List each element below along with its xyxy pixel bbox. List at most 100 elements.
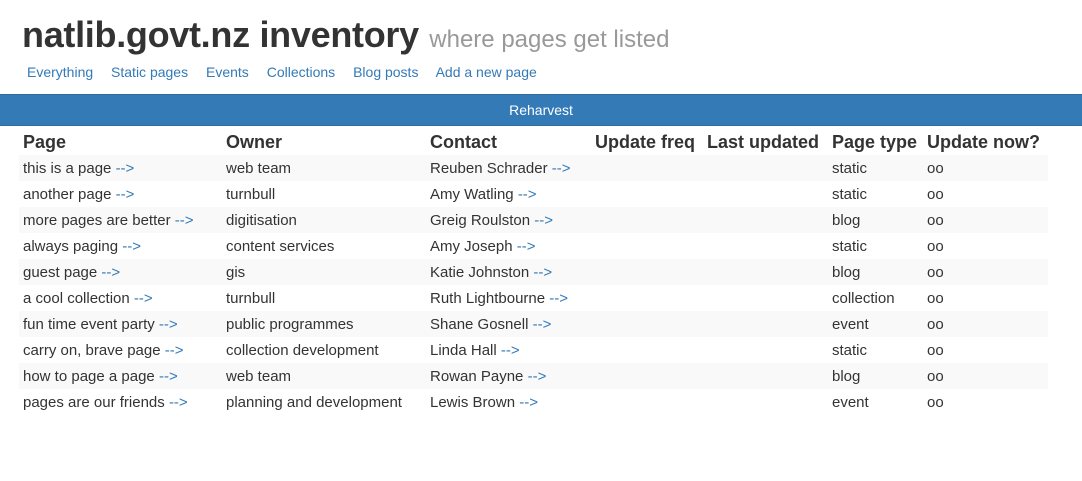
cell-contact: Amy Watling --> <box>426 181 591 207</box>
page-name: fun time event party <box>23 315 155 333</box>
cell-page-type: static <box>832 237 868 255</box>
contact-link[interactable]: --> <box>518 186 537 203</box>
site-subtitle: where pages get listed <box>429 26 670 53</box>
cell-page-type: static <box>828 155 923 181</box>
column-header-owner: Owner <box>226 131 283 152</box>
contact-link[interactable]: --> <box>533 316 552 333</box>
cell-update-now[interactable]: oo <box>923 337 1048 363</box>
nav-item-static-pages[interactable]: Static pages <box>111 64 188 80</box>
table-row: always paging --> content services Amy Jos… <box>19 233 1048 259</box>
cell-update-freq <box>591 311 703 337</box>
contact-name: Shane Gosnell <box>430 315 529 333</box>
page-link[interactable]: --> <box>165 342 184 359</box>
page-header: natlib.govt.nz inventory where pages get… <box>22 14 669 56</box>
table-body: this is a page --> web team Reuben Schrade… <box>19 155 1048 415</box>
nav-item-events[interactable]: Events <box>206 64 249 80</box>
table-row: fun time event party --> public programme… <box>19 311 1048 337</box>
cell-contact: Rowan Payne --> <box>426 363 591 389</box>
cell-page: guest page --> <box>19 259 222 285</box>
cell-owner: gis <box>222 259 426 285</box>
contact-link[interactable]: --> <box>519 394 538 411</box>
contact-link[interactable]: --> <box>552 160 571 177</box>
page-link[interactable]: --> <box>169 394 188 411</box>
cell-last-updated <box>703 181 828 207</box>
cell-page-type: static <box>832 185 868 203</box>
contact-link[interactable]: --> <box>517 238 536 255</box>
column-header-page: Page <box>23 131 67 152</box>
cell-update-freq <box>591 259 703 285</box>
contact-name: Linda Hall <box>430 341 497 359</box>
cell-page-type: blog <box>828 207 923 233</box>
page-link[interactable]: --> <box>101 264 120 281</box>
cell-update-now[interactable]: oo <box>923 233 1048 259</box>
nav-item-everything[interactable]: Everything <box>27 64 93 80</box>
cell-page-type: collection <box>832 289 895 307</box>
cell-page-type: event <box>832 393 869 411</box>
page-name: more pages are better <box>23 211 171 229</box>
cell-update-now[interactable]: oo <box>923 259 1048 285</box>
page-link[interactable]: --> <box>116 160 135 177</box>
cell-page: this is a page --> <box>19 155 222 181</box>
cell-last-updated <box>703 389 828 415</box>
cell-update-now[interactable]: oo <box>923 181 1048 207</box>
cell-last-updated <box>703 233 828 259</box>
cell-update-freq <box>591 389 703 415</box>
cell-update-now[interactable]: oo <box>923 311 1048 337</box>
cell-owner: digitisation <box>222 207 426 233</box>
contact-link[interactable]: --> <box>534 212 553 229</box>
contact-link[interactable]: --> <box>528 368 547 385</box>
contact-name: Ruth Lightbourne <box>430 289 546 307</box>
cell-owner: turnbull <box>226 185 276 203</box>
site-title: natlib.govt.nz inventory <box>22 14 419 55</box>
column-header-last-updated: Last updated <box>707 131 820 152</box>
cell-update-now[interactable]: oo <box>923 207 1048 233</box>
table-row: pages are our friends --> planning and de… <box>19 389 1048 415</box>
cell-contact: Amy Joseph --> <box>426 233 591 259</box>
cell-update-now[interactable]: oo <box>923 155 1048 181</box>
page-link[interactable]: --> <box>134 290 153 307</box>
cell-contact: Linda Hall --> <box>426 337 591 363</box>
page-name: this is a page <box>23 159 112 177</box>
cell-page: always paging --> <box>19 233 222 259</box>
contact-link[interactable]: --> <box>501 342 520 359</box>
cell-page: fun time event party --> <box>19 311 222 337</box>
cell-owner: turnbull <box>226 289 276 307</box>
contact-link[interactable]: --> <box>533 264 552 281</box>
page-link[interactable]: --> <box>159 368 178 385</box>
table-row: a cool collection --> turnbull Ruth Lightb… <box>19 285 1048 311</box>
contact-name: Lewis Brown <box>430 393 516 411</box>
contact-link[interactable]: --> <box>549 290 568 307</box>
cell-update-now[interactable]: oo <box>923 389 1048 415</box>
page-link[interactable]: --> <box>159 316 178 333</box>
column-header-contact: Contact <box>430 131 497 152</box>
table-row: guest page --> gis Katie Johnston --> blog o… <box>19 259 1048 285</box>
cell-update-now[interactable]: oo <box>923 363 1048 389</box>
cell-page: another page --> <box>19 181 222 207</box>
nav-item-add-new-page[interactable]: Add a new page <box>436 64 537 80</box>
cell-update-freq <box>591 207 703 233</box>
page-name: pages are our friends <box>23 393 165 411</box>
cell-page: carry on, brave page --> <box>19 337 222 363</box>
cell-page: a cool collection --> <box>19 285 222 311</box>
reharvest-button[interactable]: Reharvest <box>0 94 1082 126</box>
cell-owner: content services <box>226 237 335 255</box>
cell-update-now[interactable]: oo <box>923 285 1048 311</box>
cell-last-updated <box>703 311 828 337</box>
page-link[interactable]: --> <box>175 212 194 229</box>
cell-last-updated <box>703 285 828 311</box>
page-link[interactable]: --> <box>116 186 135 203</box>
page-name: carry on, brave page <box>23 341 161 359</box>
cell-update-freq <box>591 155 703 181</box>
cell-page-type: static <box>832 341 868 359</box>
table-row: another page --> turnbull Amy Watling --> s… <box>19 181 1048 207</box>
contact-name: Katie Johnston <box>430 263 530 281</box>
cell-owner: planning and development <box>226 393 402 411</box>
page-link[interactable]: --> <box>122 238 141 255</box>
cell-page-type: event <box>828 311 923 337</box>
nav-item-blog-posts[interactable]: Blog posts <box>353 64 418 80</box>
nav-item-collections[interactable]: Collections <box>267 64 335 80</box>
cell-last-updated <box>703 207 828 233</box>
column-header-update-now: Update now? <box>927 131 1040 152</box>
column-header-page-type: Page type <box>832 131 918 152</box>
page-name: how to page a page <box>23 367 155 385</box>
